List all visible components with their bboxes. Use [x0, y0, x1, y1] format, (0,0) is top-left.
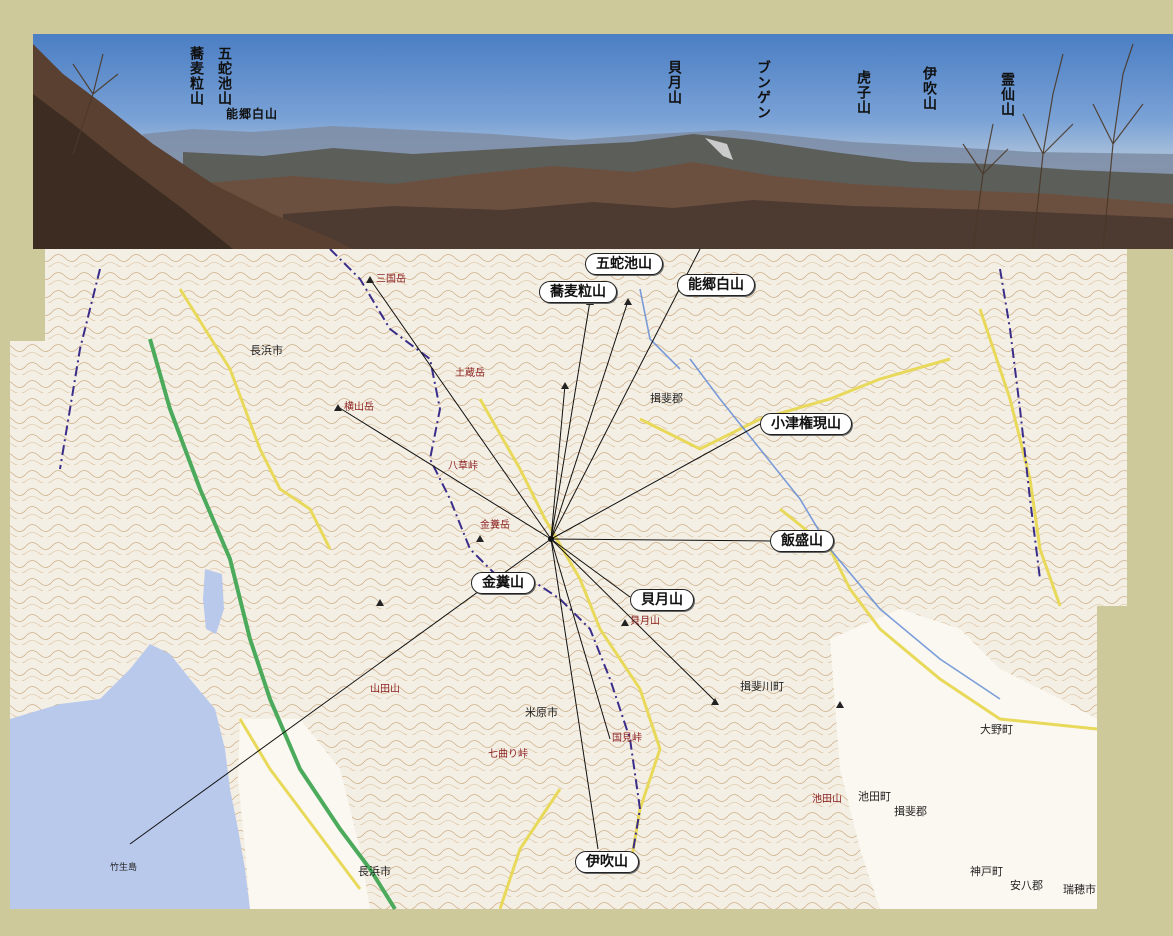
- label-ibi-district: 揖斐郡: [650, 391, 683, 405]
- panorama-photo: 蕎麦粒山 五蛇池山 能郷白山 貝月山 ブンゲン 虎子山 伊吹山 霊仙山: [33, 34, 1173, 249]
- label-kanakuso-peak: 金糞岳: [480, 518, 510, 531]
- label-ono: 大野町: [980, 722, 1013, 736]
- callout-nogohaku: 能郷白山: [677, 274, 755, 296]
- callout-kaizuki: 貝月山: [630, 589, 694, 611]
- map-canvas: 長浜市 揖斐郡 揖斐川町 米原市 長浜市 池田町 揖斐郡 大野町 神戸町 安八郡…: [10, 248, 1127, 911]
- viewpoint-marker: [548, 536, 554, 542]
- label-ibigawa: 揖斐川町: [740, 679, 784, 693]
- callout-gojaike: 五蛇池山: [585, 253, 663, 275]
- callout-iimori: 飯盛山: [770, 530, 834, 552]
- label-godo: 神戸町: [970, 864, 1003, 878]
- label-chikubu: 竹生島: [110, 861, 137, 873]
- label-nagahama-south: 長浜市: [358, 864, 391, 878]
- label-kuni-pass: 国見峠: [612, 732, 642, 744]
- label-ikeda: 池田町: [858, 790, 891, 803]
- pano-label-sobamugi: 蕎麦粒山: [188, 46, 204, 106]
- callout-ibuki: 伊吹山: [575, 851, 639, 873]
- topographic-map[interactable]: 長浜市 揖斐郡 揖斐川町 米原市 長浜市 池田町 揖斐郡 大野町 神戸町 安八郡…: [0, 248, 1173, 932]
- pano-label-reisen: 霊仙山: [999, 72, 1015, 117]
- label-mikuni: 三国岳: [376, 273, 406, 285]
- label-tongari: 土蔵岳: [455, 366, 485, 379]
- label-nagahama-north: 長浜市: [250, 343, 283, 357]
- label-ikedayama: 池田山: [812, 792, 842, 805]
- pano-label-nogohaku: 能郷白山: [226, 107, 279, 121]
- label-kaizuki-peak: 貝月山: [630, 615, 660, 627]
- pano-label-ibuki: 伊吹山: [921, 66, 937, 111]
- callout-kanakuso: 金糞山: [471, 572, 535, 594]
- panorama-landscape: [33, 43, 1173, 249]
- label-maibara: 米原市: [525, 705, 558, 719]
- label-mizuho: 瑞穂市: [1063, 882, 1096, 896]
- pano-label-torago: 虎子山: [855, 70, 871, 115]
- label-shichiyo: 七曲り峠: [488, 748, 528, 760]
- pano-label-gojaike: 五蛇池山: [216, 46, 232, 106]
- pano-label-bungen: ブンゲン: [755, 60, 771, 120]
- label-yamada: 山田山: [370, 683, 400, 695]
- label-ibi-district2: 揖斐郡: [894, 804, 927, 818]
- label-yokoyama: 横山岳: [344, 400, 374, 413]
- pano-label-kaizuki: 貝月山: [666, 60, 682, 105]
- label-anpachi: 安八郡: [1010, 878, 1043, 892]
- callout-sobamugi: 蕎麦粒山: [539, 281, 617, 303]
- callout-otsugongen: 小津権現山: [760, 413, 852, 435]
- label-hachibuse: 八草峠: [448, 460, 478, 472]
